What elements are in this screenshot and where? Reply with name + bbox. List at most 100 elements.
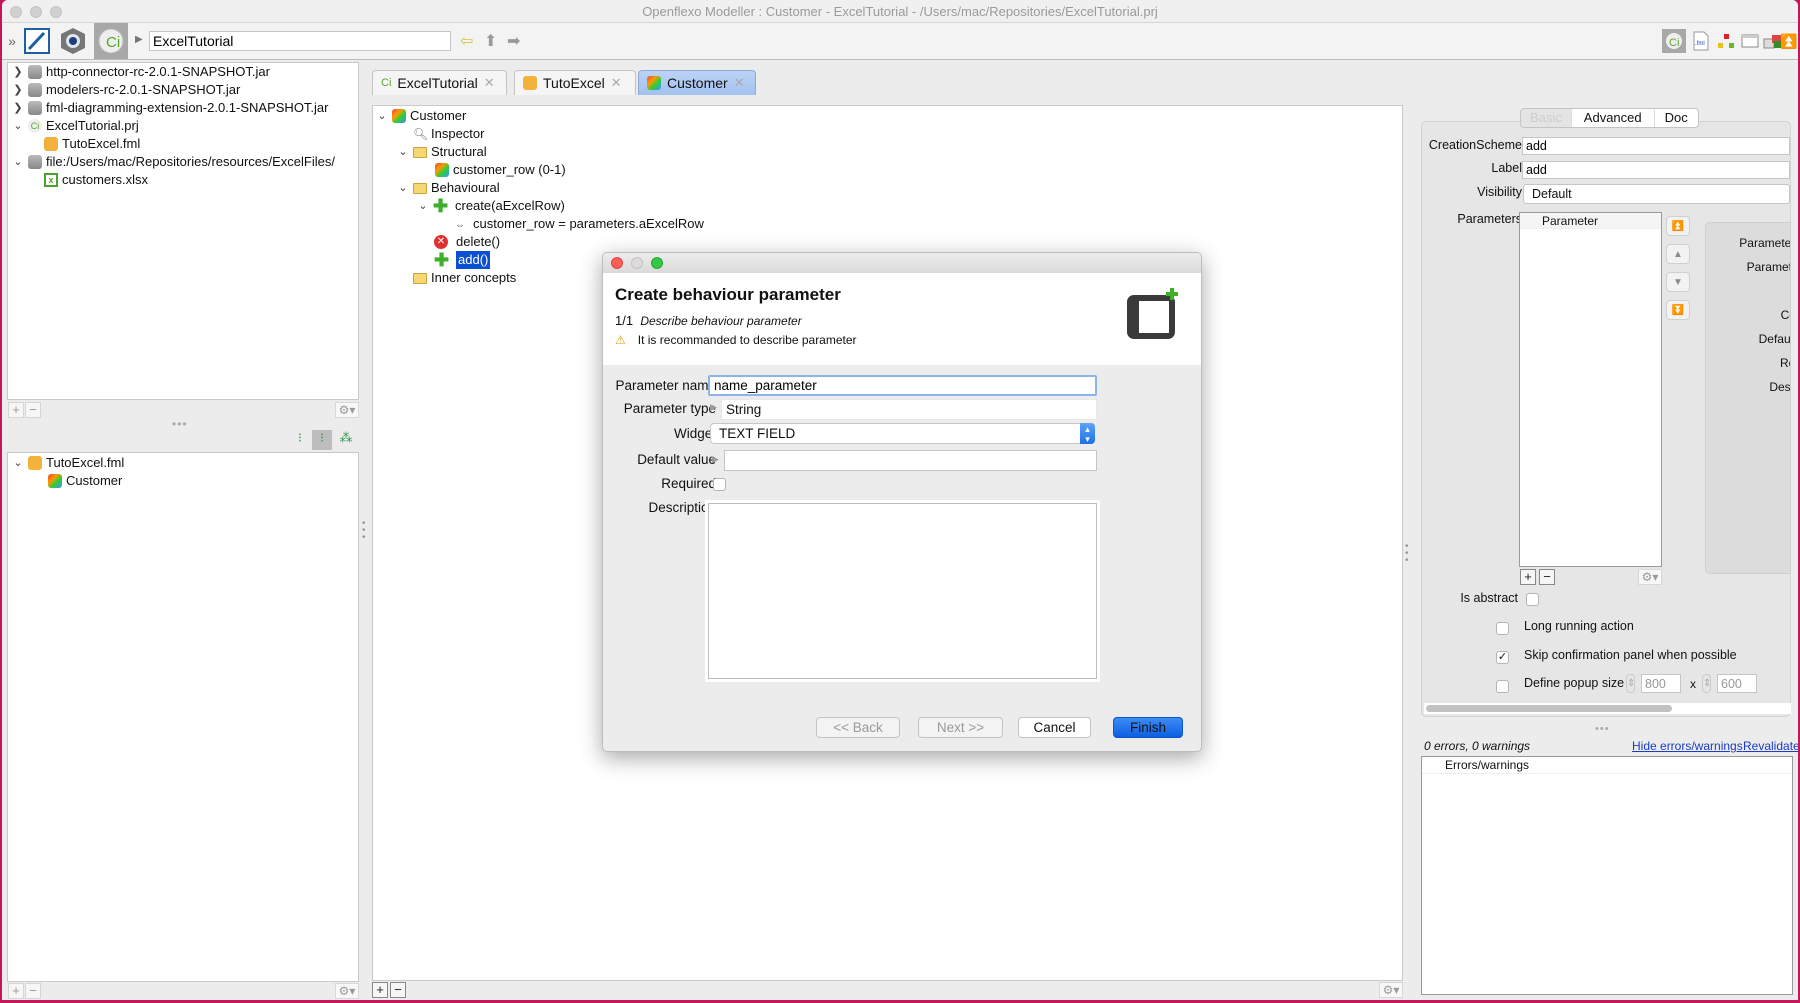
- collapse-icon[interactable]: »: [4, 26, 20, 56]
- chevron-right-icon[interactable]: ❯: [12, 81, 24, 99]
- back-button[interactable]: << Back: [816, 717, 900, 738]
- tree-item[interactable]: Inner concepts: [413, 269, 516, 287]
- tree-item[interactable]: ⌄ Behavioural: [397, 179, 499, 197]
- back-arrow-icon[interactable]: ⇦: [460, 31, 473, 51]
- close-tab-icon[interactable]: ✕: [611, 75, 622, 91]
- hide-errors-link[interactable]: Hide errors/warnings: [1632, 739, 1743, 753]
- minimize-window-button[interactable]: [30, 6, 42, 18]
- is-abstract-checkbox[interactable]: [1526, 593, 1539, 606]
- splitter-handle[interactable]: •••: [172, 417, 188, 431]
- tree-item[interactable]: ⌄ Structural: [397, 143, 486, 161]
- window-perspective-icon[interactable]: [1739, 29, 1761, 53]
- tree-item[interactable]: ⌄ TutoExcel.fml: [12, 454, 124, 472]
- chevron-down-icon[interactable]: ⌄: [397, 143, 409, 161]
- tree-view-icon[interactable]: ⁝: [290, 430, 310, 450]
- remove-button[interactable]: −: [25, 402, 41, 418]
- add-button[interactable]: +: [8, 402, 24, 418]
- vertical-splitter-handle[interactable]: • • •: [362, 519, 370, 543]
- tree-item[interactable]: x customers.xlsx: [44, 171, 148, 189]
- move-top-button[interactable]: ⏫: [1666, 216, 1690, 236]
- tree-item[interactable]: ⇔ customer_row = parameters.aExcelRow: [455, 215, 704, 233]
- fml-module-icon[interactable]: [58, 26, 88, 56]
- tree-item[interactable]: 🔍︎ Inspector: [413, 125, 484, 143]
- creation-scheme-field[interactable]: [1522, 137, 1790, 155]
- add-parameter-button[interactable]: +: [1520, 569, 1536, 585]
- hierarchy-view-icon[interactable]: ⁝: [312, 430, 332, 450]
- close-window-button[interactable]: [10, 6, 22, 18]
- label-field[interactable]: [1522, 161, 1790, 179]
- tree-item[interactable]: ⌄ Customer: [376, 107, 466, 125]
- tree-item[interactable]: customer_row (0-1): [435, 161, 566, 179]
- gear-icon[interactable]: ⚙▾: [1638, 569, 1662, 585]
- revalidate-link[interactable]: Revalidate: [1743, 739, 1798, 753]
- up-arrow-icon[interactable]: ⬆: [484, 31, 497, 51]
- dialog-minimize-button[interactable]: [631, 257, 643, 269]
- tree-item[interactable]: ✕ delete(): [434, 233, 500, 251]
- chevron-down-icon[interactable]: ⌄: [12, 454, 24, 472]
- chevron-down-icon[interactable]: ⌄: [397, 179, 409, 197]
- chevron-right-icon[interactable]: ❯: [12, 63, 24, 81]
- parameter-name-input[interactable]: [708, 375, 1097, 396]
- popup-size-checkbox[interactable]: [1496, 680, 1509, 693]
- widget-select[interactable]: TEXT FIELD ▴ ▾: [710, 423, 1095, 444]
- openoffice-icon[interactable]: [22, 26, 52, 56]
- chevron-right-icon[interactable]: ❯: [12, 99, 24, 117]
- gear-icon[interactable]: ⚙▾: [335, 983, 359, 999]
- remove-button[interactable]: −: [25, 983, 41, 999]
- skip-confirmation-checkbox[interactable]: ✓: [1496, 651, 1509, 664]
- remove-parameter-button[interactable]: −: [1539, 569, 1555, 585]
- description-textarea[interactable]: [705, 500, 1100, 682]
- dialog-close-button[interactable]: [611, 257, 623, 269]
- move-down-button[interactable]: ▼: [1666, 272, 1690, 292]
- tree-item[interactable]: ⌄ file:/Users/mac/Repositories/resources/…: [12, 153, 335, 171]
- tab-basic[interactable]: Basic: [1521, 109, 1571, 127]
- long-running-checkbox[interactable]: [1496, 622, 1509, 635]
- visibility-select[interactable]: Default: [1523, 184, 1790, 204]
- project-perspective-icon[interactable]: Ci: [1662, 29, 1686, 53]
- add-button[interactable]: +: [372, 982, 388, 998]
- parameters-column-header[interactable]: Parameter: [1520, 213, 1661, 229]
- chevron-down-icon[interactable]: ⌄: [376, 107, 388, 125]
- tree-item[interactable]: ❯ modelers-rc-2.0.1-SNAPSHOT.jar: [12, 81, 240, 99]
- splitter-handle[interactable]: •••: [1595, 723, 1610, 735]
- forward-arrow-icon[interactable]: ➡: [507, 31, 520, 51]
- move-up-button[interactable]: ▲: [1666, 244, 1690, 264]
- grouped-view-icon[interactable]: ⁂: [336, 430, 356, 450]
- chevron-up-down-icon[interactable]: ▴ ▾: [1080, 423, 1095, 444]
- default-value-input[interactable]: [724, 450, 1097, 471]
- tab-tutoexcel[interactable]: TutoExcel ✕: [514, 70, 636, 95]
- add-button[interactable]: +: [8, 983, 24, 999]
- vertical-splitter-handle[interactable]: • • •: [1405, 542, 1413, 566]
- zoom-window-button[interactable]: [50, 6, 62, 18]
- parameter-type-field[interactable]: String: [721, 399, 1097, 420]
- tree-item-selected[interactable]: ✚ add(): [434, 251, 491, 269]
- gear-icon[interactable]: ⚙▾: [1379, 982, 1403, 998]
- close-tab-icon[interactable]: ✕: [734, 75, 745, 91]
- gear-icon[interactable]: ⚙▾: [335, 402, 359, 418]
- tree-item[interactable]: TutoExcel.fml: [44, 135, 140, 153]
- chevron-down-icon[interactable]: ⌄: [12, 153, 24, 171]
- tab-exceltutorial[interactable]: Ci ExcelTutorial ✕: [372, 70, 507, 95]
- tree-item[interactable]: ❯ fml-diagramming-extension-2.0.1-SNAPSHO…: [12, 99, 328, 117]
- popup-height-stepper[interactable]: ⇕: [1702, 674, 1711, 693]
- collapse-up-icon[interactable]: ⏫: [1780, 29, 1798, 53]
- remove-button[interactable]: −: [390, 982, 406, 998]
- tree-item[interactable]: ⌄ Ci ExcelTutorial.prj: [12, 117, 139, 135]
- project-icon[interactable]: Ci: [94, 23, 128, 59]
- tab-customer[interactable]: Customer ✕: [638, 70, 756, 95]
- fml-perspective-icon[interactable]: .fml: [1690, 29, 1712, 53]
- tree-item[interactable]: ⌄ ✚ create(aExcelRow): [417, 197, 564, 215]
- chevron-down-icon[interactable]: ⌄: [12, 117, 24, 135]
- expand-type-icon[interactable]: ▶: [710, 402, 717, 413]
- cancel-button[interactable]: Cancel: [1018, 717, 1091, 738]
- tab-advanced[interactable]: Advanced: [1570, 109, 1654, 127]
- popup-width-field[interactable]: [1641, 674, 1681, 693]
- inspector-scrollbar-thumb[interactable]: [1426, 705, 1672, 712]
- popup-width-stepper[interactable]: ⇕: [1626, 674, 1635, 693]
- tree-item[interactable]: ❯ http-connector-rc-2.0.1-SNAPSHOT.jar: [12, 63, 270, 81]
- required-checkbox[interactable]: [713, 478, 726, 491]
- diagram-perspective-icon[interactable]: [1715, 29, 1737, 53]
- tree-item[interactable]: Customer: [48, 472, 122, 490]
- close-tab-icon[interactable]: ✕: [484, 75, 495, 91]
- chevron-down-icon[interactable]: ⌄: [417, 197, 429, 215]
